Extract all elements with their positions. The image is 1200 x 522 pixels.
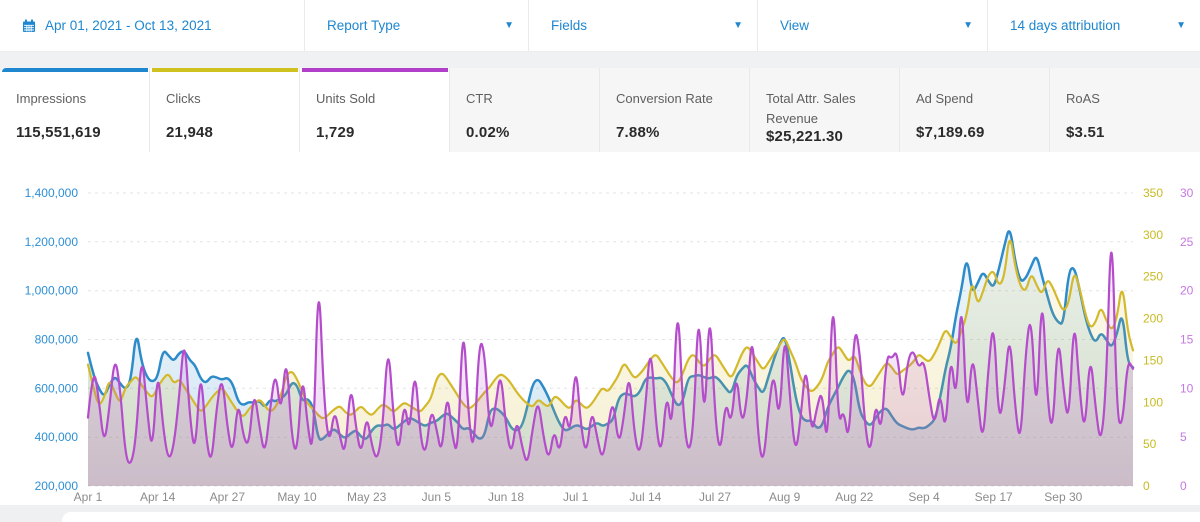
x-axis-label: Apr 14	[140, 490, 176, 504]
y-axis-label-units-sold: 15	[1180, 333, 1194, 347]
metric-tab-impressions[interactable]: Impressions 115,551,619	[0, 68, 150, 152]
advertising-dashboard: Apr 01, 2021 - Oct 13, 2021 Report Type …	[0, 0, 1200, 520]
time-series-chart[interactable]: 1,400,000 1,200,000 1,000,000 800,000 600,00…	[0, 152, 1200, 505]
chevron-down-icon: ▼	[725, 21, 743, 31]
metric-value: $7,189.69	[900, 124, 1049, 141]
x-axis-label: Jun 5	[422, 490, 452, 504]
metric-label: Units Sold	[300, 72, 449, 109]
y-axis-label-clicks: 50	[1143, 437, 1157, 451]
y-axis-label-clicks: 100	[1143, 395, 1163, 409]
metric-tab-total-attr-sales-revenue[interactable]: Total Attr. Sales Revenue $25,221.30	[750, 68, 900, 152]
chevron-down-icon: ▼	[955, 21, 973, 31]
metric-label: Total Attr. Sales Revenue	[750, 72, 899, 128]
metric-value: $25,221.30	[750, 128, 899, 145]
date-range-label: Apr 01, 2021 - Oct 13, 2021	[45, 18, 212, 33]
metric-label: Impressions	[0, 72, 149, 109]
date-range-picker[interactable]: Apr 01, 2021 - Oct 13, 2021	[0, 0, 304, 51]
next-card-edge	[62, 512, 1200, 522]
attribution-dropdown[interactable]: 14 days attribution ▼	[987, 0, 1200, 51]
y-axis-label-clicks: 300	[1143, 228, 1163, 242]
metric-value: 115,551,619	[0, 124, 149, 141]
metric-value: 1,729	[300, 124, 449, 141]
metric-tab-ad-spend[interactable]: Ad Spend $7,189.69	[900, 68, 1050, 152]
x-axis-label: Apr 27	[210, 490, 246, 504]
y-axis-label-impressions: 400,000	[35, 430, 79, 444]
y-axis-label-impressions: 1,000,000	[25, 284, 79, 298]
metric-value: 21,948	[150, 124, 299, 141]
y-axis-label-units-sold: 10	[1180, 381, 1194, 395]
y-axis-label-units-sold: 5	[1180, 430, 1187, 444]
metric-label: RoAS	[1050, 72, 1200, 109]
x-axis-label: Jul 14	[629, 490, 661, 504]
x-axis-label: Jun 18	[488, 490, 524, 504]
y-axis-label-impressions: 1,200,000	[25, 235, 79, 249]
x-axis-label: Jul 27	[699, 490, 731, 504]
report-type-dropdown[interactable]: Report Type ▼	[304, 0, 528, 51]
y-axis-label-clicks: 150	[1143, 353, 1163, 367]
metric-label: Ad Spend	[900, 72, 1049, 109]
chart-card: 1,400,000 1,200,000 1,000,000 800,000 600,00…	[0, 152, 1200, 505]
metric-tabs: Impressions 115,551,619 Clicks 21,948 Un…	[0, 68, 1200, 152]
x-axis-label: Apr 1	[74, 490, 103, 504]
x-axis-label: Aug 9	[769, 490, 801, 504]
y-axis-label-units-sold: 25	[1180, 235, 1194, 249]
page-background	[0, 505, 1200, 520]
y-axis-label-clicks: 250	[1143, 270, 1163, 284]
y-axis-label-units-sold: 20	[1180, 284, 1194, 298]
fields-label: Fields	[551, 18, 587, 33]
spacer	[0, 52, 1200, 68]
y-axis-label-impressions: 1,400,000	[25, 186, 79, 200]
metric-label: Clicks	[150, 72, 299, 109]
view-dropdown[interactable]: View ▼	[757, 0, 987, 51]
chevron-down-icon: ▼	[496, 21, 514, 31]
x-axis-label: Jul 1	[563, 490, 589, 504]
y-axis-label-clicks: 0	[1143, 479, 1150, 493]
x-axis-label: May 10	[277, 490, 317, 504]
metric-label: CTR	[450, 72, 599, 109]
metric-value: 0.02%	[450, 124, 599, 141]
y-axis-label-impressions: 600,000	[35, 381, 79, 395]
calendar-icon	[22, 19, 36, 33]
x-axis-label: Sep 17	[975, 490, 1013, 504]
x-axis-label: Aug 22	[835, 490, 873, 504]
chevron-down-icon: ▼	[1168, 21, 1186, 31]
x-axis-label: Sep 30	[1044, 490, 1082, 504]
metric-label: Conversion Rate	[600, 72, 749, 109]
x-axis-label: Sep 4	[908, 490, 940, 504]
filters-toolbar: Apr 01, 2021 - Oct 13, 2021 Report Type …	[0, 0, 1200, 52]
y-axis-label-clicks: 350	[1143, 186, 1163, 200]
y-axis-label-units-sold: 0	[1180, 479, 1187, 493]
metric-tab-roas[interactable]: RoAS $3.51	[1050, 68, 1200, 152]
y-axis-label-units-sold: 30	[1180, 186, 1194, 200]
y-axis-label-impressions: 800,000	[35, 333, 79, 347]
metric-tab-clicks[interactable]: Clicks 21,948	[150, 68, 300, 152]
metric-tab-ctr[interactable]: CTR 0.02%	[450, 68, 600, 152]
metric-tab-units-sold[interactable]: Units Sold 1,729	[300, 68, 450, 152]
view-label: View	[780, 18, 809, 33]
fields-dropdown[interactable]: Fields ▼	[528, 0, 757, 51]
metric-tab-conversion-rate[interactable]: Conversion Rate 7.88%	[600, 68, 750, 152]
x-axis-label: May 23	[347, 490, 387, 504]
metric-value: $3.51	[1050, 124, 1200, 141]
report-type-label: Report Type	[327, 18, 400, 33]
metric-value: 7.88%	[600, 124, 749, 141]
attribution-label: 14 days attribution	[1010, 18, 1120, 33]
y-axis-label-impressions: 200,000	[35, 479, 79, 493]
y-axis-label-clicks: 200	[1143, 312, 1163, 326]
